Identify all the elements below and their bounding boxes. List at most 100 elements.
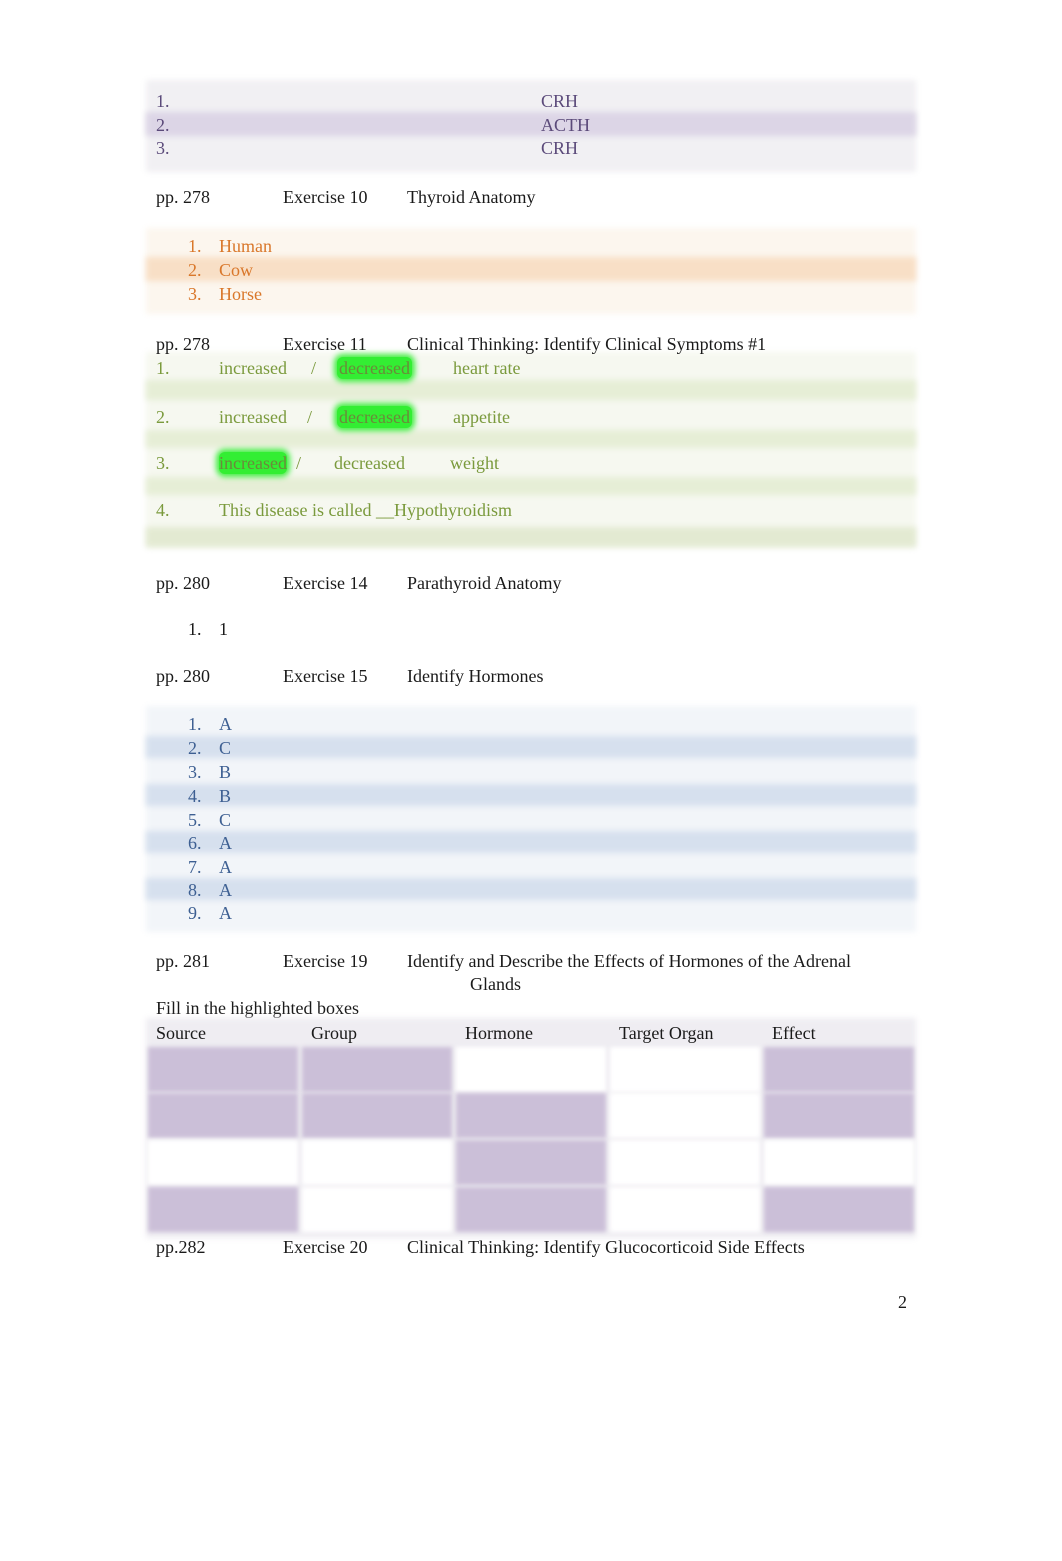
list-answer: CRH xyxy=(541,138,579,158)
list-answer: ACTH xyxy=(541,115,590,135)
exercise-page-ref: pp. 280 xyxy=(156,666,210,686)
table-header-group: Group xyxy=(311,1023,357,1043)
table-cell-effect-highlighted[interactable] xyxy=(764,1093,914,1138)
exercise-number: Exercise 11 xyxy=(283,334,367,354)
exercise-title: Parathyroid Anatomy xyxy=(407,573,562,593)
list-number: 1. xyxy=(156,91,170,111)
list-number: 3. xyxy=(156,453,170,473)
list-number: 8. xyxy=(188,880,202,900)
table-cell-target-organ[interactable] xyxy=(610,1047,760,1092)
list-answer: Human xyxy=(219,236,272,256)
answer-row-band xyxy=(146,380,916,400)
list-number: 1. xyxy=(156,358,170,378)
list-number: 1. xyxy=(188,619,202,639)
exercise-page-ref: pp. 278 xyxy=(156,334,210,354)
exercise-page-ref: pp. 281 xyxy=(156,951,210,971)
symptom-label: weight xyxy=(450,453,499,473)
list-number: 3. xyxy=(188,762,202,782)
list-number: 5. xyxy=(188,810,202,830)
option-separator: / xyxy=(311,358,317,378)
list-number: 2. xyxy=(188,738,202,758)
exercise-title: Identify Hormones xyxy=(407,666,544,686)
table-header-effect: Effect xyxy=(772,1023,816,1043)
table-instruction: Fill in the highlighted boxes xyxy=(156,998,359,1018)
table-cell-source-highlighted[interactable] xyxy=(148,1187,298,1232)
table-cell-hormone-highlighted[interactable] xyxy=(456,1187,606,1232)
page-number: 2 xyxy=(898,1292,907,1312)
table-cell-source-highlighted[interactable] xyxy=(148,1093,298,1138)
list-answer: A xyxy=(219,903,232,923)
option-separator: / xyxy=(296,453,302,473)
list-answer: A xyxy=(219,833,232,853)
table-cell-effect-highlighted[interactable] xyxy=(764,1187,914,1232)
exercise-title: Clinical Thinking: Identify Clinical Sym… xyxy=(407,334,767,354)
exercise-number: Exercise 10 xyxy=(283,187,368,207)
table-header-target-organ: Target Organ xyxy=(619,1023,714,1043)
table-cell-source[interactable] xyxy=(148,1140,298,1185)
answer-row-band xyxy=(146,831,916,853)
answer-row-band xyxy=(146,257,916,281)
table-cell-hormone[interactable] xyxy=(456,1047,606,1092)
list-answer: CRH xyxy=(541,91,579,111)
exercise-number: Exercise 14 xyxy=(283,573,368,593)
option-increased-selected: increased xyxy=(219,452,287,474)
exercise-title: Thyroid Anatomy xyxy=(407,187,536,207)
list-number: 2. xyxy=(188,260,202,280)
table-cell-hormone-highlighted[interactable] xyxy=(456,1140,606,1185)
table-cell-effect-highlighted[interactable] xyxy=(764,1047,914,1092)
answer-row-band xyxy=(146,527,916,547)
list-number: 2. xyxy=(156,407,170,427)
answer-row-band xyxy=(146,736,916,758)
table-cell-target-organ[interactable] xyxy=(610,1140,760,1185)
table-cell-target-organ[interactable] xyxy=(610,1093,760,1138)
table-header-source: Source xyxy=(156,1023,206,1043)
list-number: 4. xyxy=(156,500,170,520)
list-number: 1. xyxy=(188,714,202,734)
symptom-label: appetite xyxy=(453,407,510,427)
list-answer: A xyxy=(219,880,232,900)
list-number: 9. xyxy=(188,903,202,923)
answer-row-band xyxy=(146,477,916,495)
table-cell-group-highlighted[interactable] xyxy=(302,1093,452,1138)
table-cell-target-organ[interactable] xyxy=(610,1187,760,1232)
option-increased: increased xyxy=(219,407,287,427)
answer-row-band xyxy=(146,784,916,806)
list-number: 4. xyxy=(188,786,202,806)
list-number: 7. xyxy=(188,857,202,877)
exercise-number: Exercise 20 xyxy=(283,1237,368,1257)
answer-row-band xyxy=(146,878,916,900)
exercise-page-ref: pp.282 xyxy=(156,1237,206,1257)
list-answer: C xyxy=(219,738,232,758)
list-number: 3. xyxy=(188,284,202,304)
table-cell-group[interactable] xyxy=(302,1140,452,1185)
option-decreased-selected: decreased xyxy=(337,357,412,379)
table-cell-effect[interactable] xyxy=(764,1140,914,1185)
table-cell-group-highlighted[interactable] xyxy=(302,1047,452,1092)
list-answer: B xyxy=(219,762,232,782)
table-header-hormone: Hormone xyxy=(465,1023,533,1043)
list-answer: A xyxy=(219,714,232,734)
option-decreased-selected: decreased xyxy=(337,406,412,428)
list-answer: Horse xyxy=(219,284,262,304)
exercise-number: Exercise 15 xyxy=(283,666,368,686)
answer-row-band xyxy=(146,112,916,136)
table-cell-hormone-highlighted[interactable] xyxy=(456,1093,606,1138)
exercise-page-ref: pp. 278 xyxy=(156,187,210,207)
answer-row-band xyxy=(146,430,916,448)
list-number: 3. xyxy=(156,138,170,158)
exercise-title: Clinical Thinking: Identify Glucocortico… xyxy=(407,1237,805,1257)
exercise-title: Identify and Describe the Effects of Hor… xyxy=(407,951,852,971)
option-separator: / xyxy=(307,407,313,427)
list-answer: A xyxy=(219,857,232,877)
exercise-page-ref: pp. 280 xyxy=(156,573,210,593)
option-increased: increased xyxy=(219,358,287,378)
list-answer: Cow xyxy=(219,260,254,280)
symptom-label: heart rate xyxy=(453,358,521,378)
list-number: 1. xyxy=(188,236,202,256)
table-cell-source-highlighted[interactable] xyxy=(148,1047,298,1092)
list-answer: B xyxy=(219,786,232,806)
exercise-number: Exercise 19 xyxy=(283,951,368,971)
table-cell-group[interactable] xyxy=(302,1187,452,1232)
exercise-title-continued: Glands xyxy=(470,974,521,994)
list-answer: 1 xyxy=(219,619,228,639)
